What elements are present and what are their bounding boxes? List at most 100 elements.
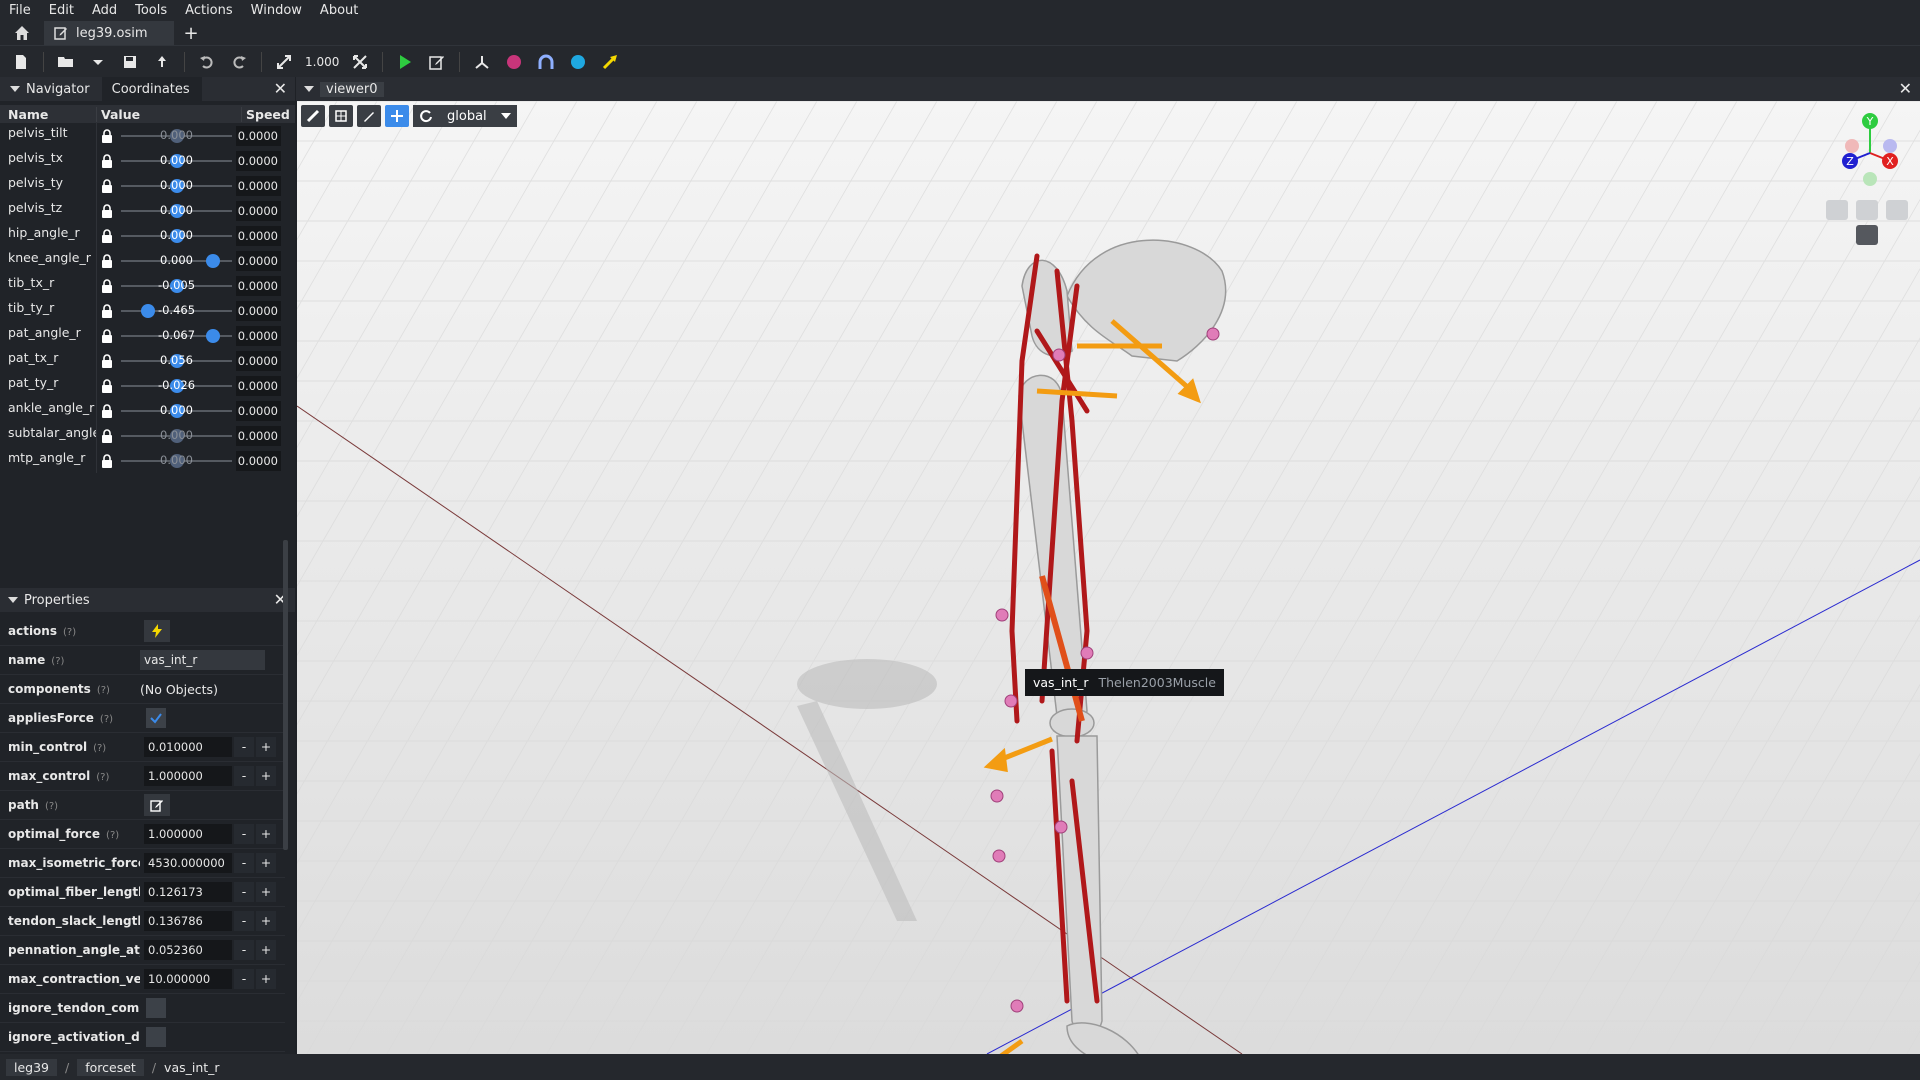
coordinate-speed-field[interactable]: 0.0000 xyxy=(236,350,281,371)
coordinate-slider[interactable]: 0.000 xyxy=(119,201,234,221)
coordinate-speed-field[interactable]: 0.0000 xyxy=(236,175,281,196)
scene-canvas[interactable]: Y X Z xyxy=(297,101,1920,1054)
save-button[interactable] xyxy=(115,49,145,75)
coordinate-slider[interactable]: 0.056 xyxy=(119,351,234,371)
lock-toggle[interactable] xyxy=(97,428,117,443)
open-recent-dropdown[interactable] xyxy=(83,49,113,75)
tab-coordinates[interactable]: Coordinates xyxy=(101,77,202,101)
tab-navigator[interactable]: Navigator xyxy=(0,77,102,101)
increment-button[interactable]: + xyxy=(256,737,276,757)
property-number-field[interactable]: 4530.000000 xyxy=(144,853,232,873)
lock-toggle[interactable] xyxy=(97,278,117,293)
help-marker[interactable]: (?) xyxy=(45,801,58,812)
lock-toggle[interactable] xyxy=(97,378,117,393)
coordinate-slider[interactable]: -0.067 xyxy=(119,326,234,346)
coordinate-slider[interactable]: 0.000 xyxy=(119,426,234,446)
property-checkbox[interactable] xyxy=(146,708,166,728)
close-icon[interactable]: ✕ xyxy=(274,79,287,98)
increment-button[interactable]: + xyxy=(256,853,276,873)
coordinate-slider[interactable]: 0.000 xyxy=(119,126,234,146)
new-file-button[interactable] xyxy=(6,49,36,75)
edit-path-button[interactable] xyxy=(144,794,170,816)
property-number-field[interactable]: 1.000000 xyxy=(144,766,232,786)
coordinate-speed-field[interactable]: 0.0000 xyxy=(236,300,281,321)
coordinate-slider[interactable]: -0.465 xyxy=(119,301,234,321)
lock-toggle[interactable] xyxy=(97,353,117,368)
decrement-button[interactable]: - xyxy=(234,824,254,844)
menu-about[interactable]: About xyxy=(311,0,367,21)
increment-button[interactable]: + xyxy=(256,969,276,989)
decrement-button[interactable]: - xyxy=(234,853,254,873)
coordinate-speed-field[interactable]: 0.0000 xyxy=(236,150,281,171)
breadcrumb-item[interactable]: leg39 xyxy=(6,1058,58,1076)
scale-factor-value[interactable]: 1.000 xyxy=(301,55,343,69)
open-file-button[interactable] xyxy=(51,49,81,75)
add-body-button[interactable] xyxy=(499,49,529,75)
help-marker[interactable]: (?) xyxy=(100,714,113,725)
3d-viewport[interactable]: Y X Z global vas_int_r Thelen2003Muscle xyxy=(297,101,1920,1054)
tab-viewer0[interactable]: viewer0 xyxy=(296,81,384,97)
help-marker[interactable]: (?) xyxy=(106,830,119,841)
coordinate-slider[interactable]: 0.000 xyxy=(119,451,234,471)
increment-button[interactable]: + xyxy=(256,940,276,960)
coordinate-slider[interactable]: -0.005 xyxy=(119,276,234,296)
increment-button[interactable]: + xyxy=(256,911,276,931)
actions-button[interactable] xyxy=(144,620,170,642)
coordinate-slider[interactable]: 0.000 xyxy=(119,176,234,196)
menu-window[interactable]: Window xyxy=(242,0,311,21)
lock-toggle[interactable] xyxy=(97,128,117,143)
property-number-field[interactable]: 0.052360 xyxy=(144,940,232,960)
properties-scrollbar[interactable] xyxy=(283,540,288,850)
simulate-button[interactable] xyxy=(390,49,420,75)
zoom-in-button[interactable] xyxy=(1856,200,1878,220)
lock-toggle[interactable] xyxy=(97,228,117,243)
close-icon[interactable]: ✕ xyxy=(1899,79,1912,98)
property-number-field[interactable]: 1.000000 xyxy=(144,824,232,844)
tab-properties[interactable]: Properties xyxy=(0,593,90,608)
add-tab-button[interactable]: + xyxy=(174,21,208,45)
property-number-field[interactable]: 10.000000 xyxy=(144,969,232,989)
help-marker[interactable]: (?) xyxy=(96,772,109,783)
help-marker[interactable]: (?) xyxy=(51,656,64,667)
lock-toggle[interactable] xyxy=(97,203,117,218)
coordinate-slider[interactable]: 0.000 xyxy=(119,251,234,271)
menu-add[interactable]: Add xyxy=(83,0,126,21)
menu-tools[interactable]: Tools xyxy=(126,0,176,21)
lock-toggle[interactable] xyxy=(97,328,117,343)
coordinate-speed-field[interactable]: 0.0000 xyxy=(236,450,281,471)
property-checkbox[interactable] xyxy=(146,998,166,1018)
menu-edit[interactable]: Edit xyxy=(40,0,83,21)
coordinate-speed-field[interactable]: 0.0000 xyxy=(236,425,281,446)
add-frame-button[interactable] xyxy=(467,49,497,75)
edit-sim-settings-button[interactable] xyxy=(422,49,452,75)
measure-button[interactable] xyxy=(357,105,381,127)
add-muscle-button[interactable] xyxy=(531,49,561,75)
lock-toggle[interactable] xyxy=(97,303,117,318)
lock-toggle[interactable] xyxy=(97,403,117,418)
property-number-field[interactable]: 0.136786 xyxy=(144,911,232,931)
lock-toggle[interactable] xyxy=(97,253,117,268)
increment-button[interactable]: + xyxy=(256,882,276,902)
zoom-out-button[interactable] xyxy=(1826,200,1848,220)
increment-button[interactable]: + xyxy=(256,824,276,844)
reload-button[interactable] xyxy=(147,49,177,75)
coordinate-slider[interactable]: 0.000 xyxy=(119,151,234,171)
coordinate-slider[interactable]: 0.000 xyxy=(119,226,234,246)
menu-actions[interactable]: Actions xyxy=(176,0,242,21)
redo-button[interactable] xyxy=(224,49,254,75)
property-text-field[interactable]: vas_int_r xyxy=(140,650,265,670)
fit-view-button[interactable] xyxy=(345,49,375,75)
coordinate-speed-field[interactable]: 0.0000 xyxy=(236,250,281,271)
frame-dropdown[interactable]: global xyxy=(413,105,517,127)
help-marker[interactable]: (?) xyxy=(97,685,110,696)
zoom-fit-button[interactable] xyxy=(1886,200,1908,220)
lock-toggle[interactable] xyxy=(97,153,117,168)
coordinate-slider[interactable]: -0.026 xyxy=(119,376,234,396)
scene-settings-button[interactable] xyxy=(329,105,353,127)
menu-file[interactable]: File xyxy=(0,0,40,21)
coordinate-slider[interactable]: 0.000 xyxy=(119,401,234,421)
lock-toggle[interactable] xyxy=(97,178,117,193)
coordinate-speed-field[interactable]: 0.0000 xyxy=(236,325,281,346)
property-number-field[interactable]: 0.010000 xyxy=(144,737,232,757)
add-force-button[interactable] xyxy=(595,49,625,75)
